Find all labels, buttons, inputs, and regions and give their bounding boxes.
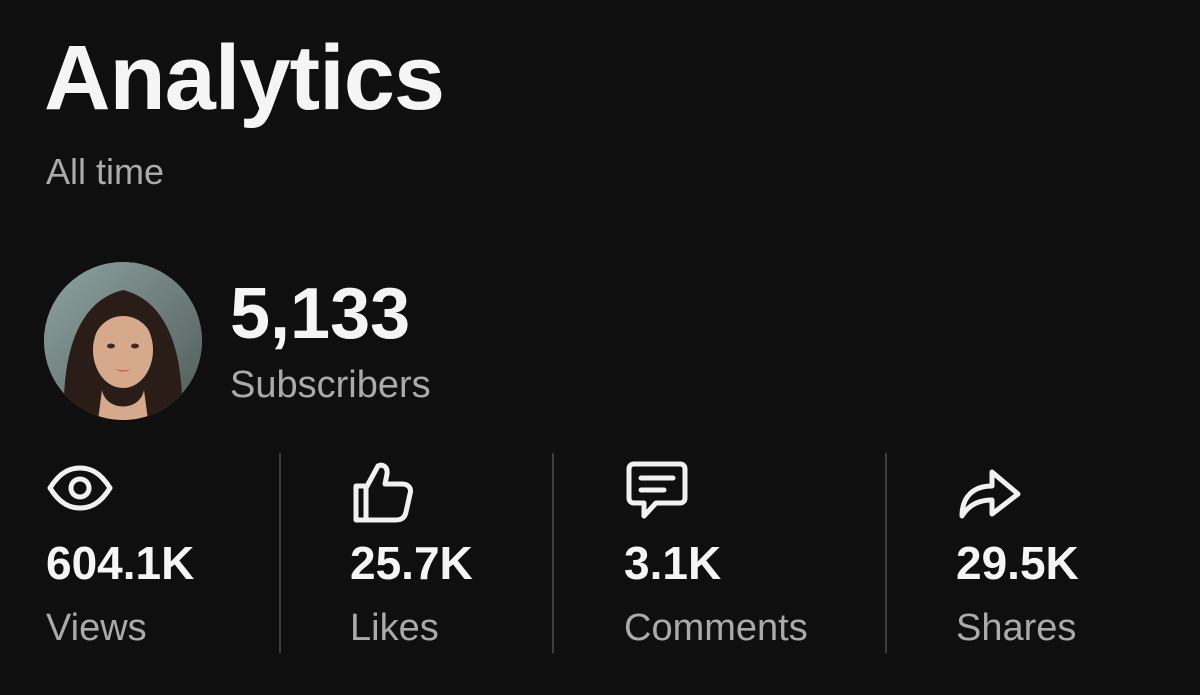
subscriber-label: Subscribers bbox=[230, 364, 431, 406]
stat-value: 25.7K bbox=[350, 537, 473, 589]
divider bbox=[885, 453, 887, 653]
share-icon bbox=[959, 469, 1021, 519]
time-period-label: All time bbox=[46, 151, 165, 192]
thumbs-up-icon bbox=[353, 462, 413, 523]
stats-row: 604.1K Views 25.7K Likes 3.1K Comments 2… bbox=[0, 450, 1200, 655]
comment-icon bbox=[626, 461, 688, 519]
stat-value: 29.5K bbox=[956, 537, 1079, 589]
stat-label: Likes bbox=[350, 607, 439, 649]
stat-value: 3.1K bbox=[624, 537, 722, 589]
page-title: Analytics bbox=[44, 27, 445, 129]
avatar[interactable] bbox=[44, 262, 202, 420]
divider bbox=[552, 453, 554, 653]
profile-photo bbox=[44, 262, 202, 420]
stat-label: Shares bbox=[956, 607, 1077, 649]
stat-label: Comments bbox=[624, 607, 808, 649]
divider bbox=[279, 453, 281, 653]
subscriber-count: 5,133 bbox=[230, 274, 411, 354]
eye-icon bbox=[47, 465, 113, 511]
stat-value: 604.1K bbox=[46, 537, 195, 589]
stat-label: Views bbox=[46, 607, 147, 649]
